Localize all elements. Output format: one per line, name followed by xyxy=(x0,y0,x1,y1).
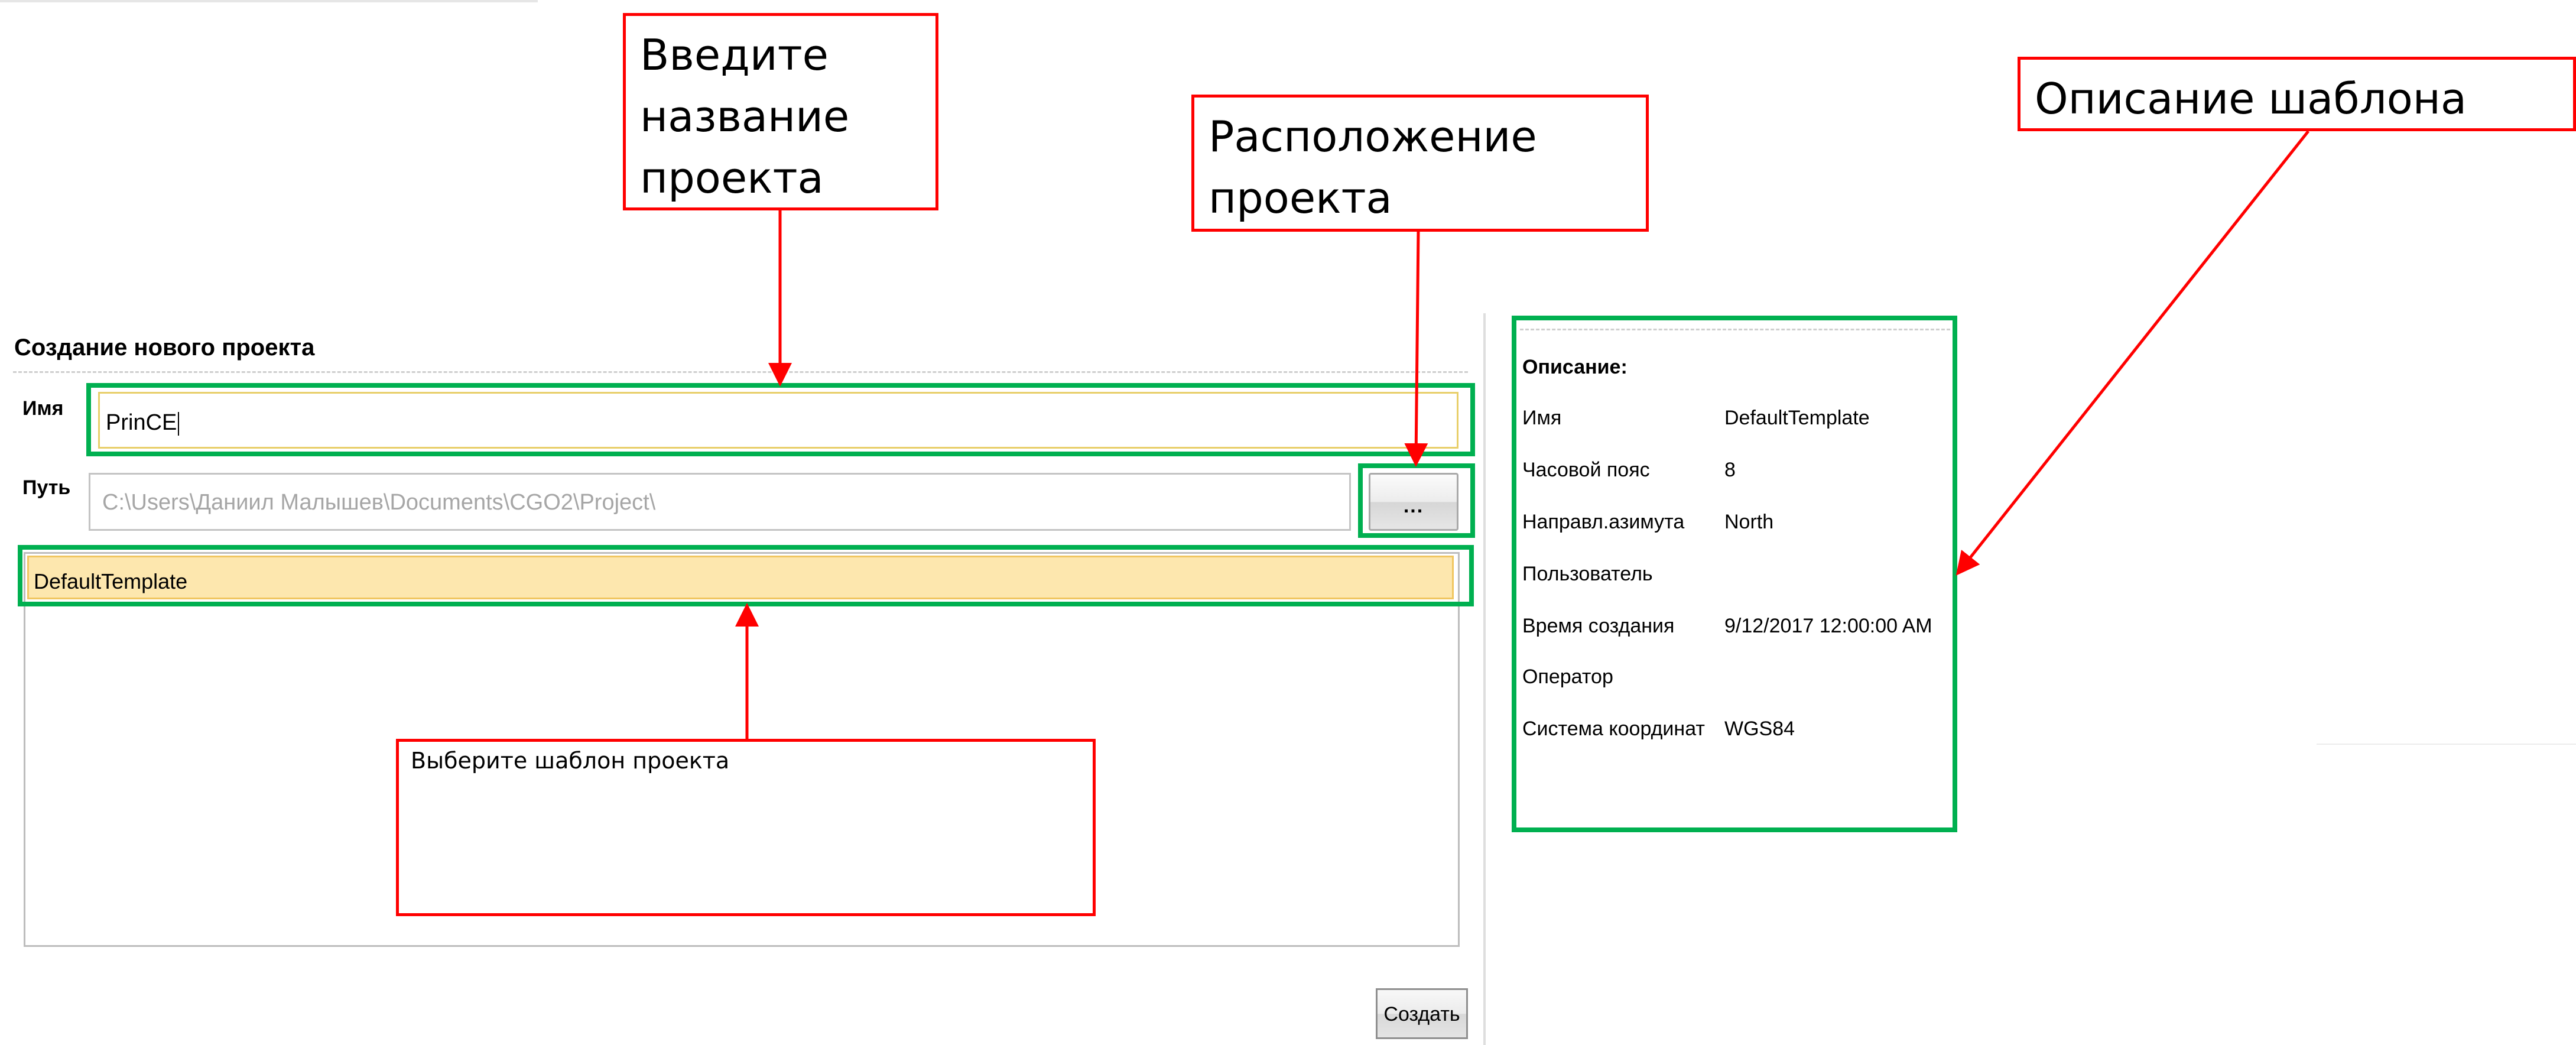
arrow-to-browse-button xyxy=(1404,231,1428,467)
annotation-arrows xyxy=(735,130,2309,739)
arrow-to-description-panel xyxy=(1955,130,2309,576)
